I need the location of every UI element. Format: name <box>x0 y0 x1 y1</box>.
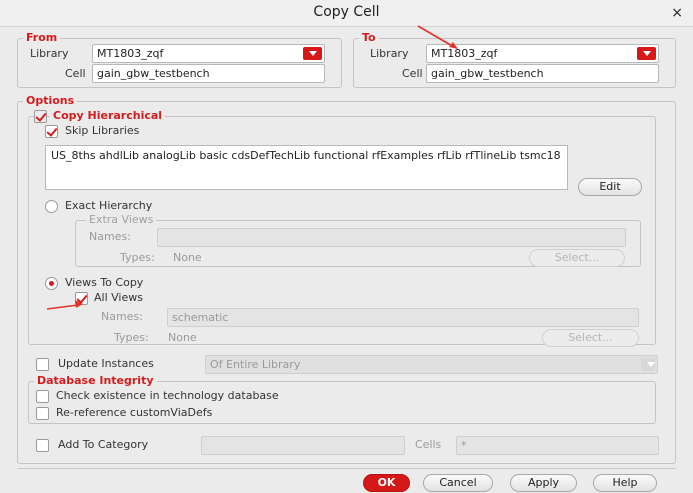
views-types-label: Types: <box>114 331 149 344</box>
cells-input[interactable]: * <box>456 436 659 455</box>
views-to-copy-radio[interactable] <box>45 277 58 290</box>
database-integrity-legend: Database Integrity <box>34 375 157 387</box>
skip-libraries-label: Skip Libraries <box>65 124 140 137</box>
to-library-value: MT1803_zqf <box>431 47 498 60</box>
apply-button[interactable]: Apply <box>510 474 577 492</box>
check-tech-db-checkbox[interactable] <box>36 390 49 403</box>
from-cell-input[interactable]: gain_gbw_testbench <box>92 64 325 83</box>
extra-types-value: None <box>173 251 202 264</box>
chevron-down-icon[interactable] <box>641 358 655 371</box>
views-select-button[interactable]: Select... <box>542 329 639 347</box>
exact-hierarchy-radio[interactable] <box>45 200 58 213</box>
from-legend: From <box>23 32 61 44</box>
extra-names-label: Names: <box>89 230 131 243</box>
from-library-label: Library <box>30 47 69 60</box>
update-scope-select[interactable]: Of Entire Library <box>205 355 658 374</box>
ok-button[interactable]: OK <box>363 474 410 492</box>
copy-hierarchical-label: Copy Hierarchical <box>50 110 166 122</box>
check-tech-db-label: Check existence in technology database <box>56 389 279 402</box>
help-button[interactable]: Help <box>593 474 657 492</box>
dialog-title: Copy Cell <box>313 4 380 20</box>
skip-libraries-textbox[interactable]: US_8ths ahdlLib analogLib basic cdsDefTe… <box>45 145 568 190</box>
extra-types-label: Types: <box>120 251 155 264</box>
chevron-down-icon[interactable] <box>303 47 322 60</box>
extra-names-input[interactable] <box>157 228 626 247</box>
category-input[interactable] <box>201 436 405 455</box>
exact-hierarchy-label: Exact Hierarchy <box>65 199 153 212</box>
from-library-select[interactable]: MT1803_zqf <box>92 44 325 63</box>
views-names-input[interactable]: schematic <box>167 308 639 327</box>
add-to-category-label: Add To Category <box>58 438 149 451</box>
to-legend: To <box>359 32 379 44</box>
update-instances-checkbox[interactable] <box>36 358 49 371</box>
views-types-value: None <box>168 331 197 344</box>
skip-libraries-checkbox[interactable] <box>45 125 58 138</box>
views-names-label: Names: <box>101 310 143 323</box>
all-views-label: All Views <box>94 291 143 304</box>
to-cell-label: Cell <box>402 67 423 80</box>
from-cell-label: Cell <box>65 67 86 80</box>
cancel-button[interactable]: Cancel <box>423 474 493 492</box>
close-icon[interactable]: × <box>671 5 683 21</box>
from-library-value: MT1803_zqf <box>97 47 164 60</box>
bottom-separator <box>18 468 676 469</box>
title-bar: Copy Cell × <box>0 0 693 27</box>
update-instances-label: Update Instances <box>58 357 154 370</box>
edit-button[interactable]: Edit <box>578 178 642 196</box>
rereference-vias-checkbox[interactable] <box>36 407 49 420</box>
to-cell-input[interactable]: gain_gbw_testbench <box>426 64 659 83</box>
options-legend: Options <box>23 95 78 107</box>
update-scope-value: Of Entire Library <box>210 358 301 371</box>
extra-views-legend: Extra Views <box>86 214 157 226</box>
cells-label: Cells <box>415 438 442 451</box>
chevron-down-icon[interactable] <box>637 47 656 60</box>
to-library-select[interactable]: MT1803_zqf <box>426 44 659 63</box>
add-to-category-checkbox[interactable] <box>36 439 49 452</box>
rereference-vias-label: Re-reference customViaDefs <box>56 406 213 419</box>
all-views-checkbox[interactable] <box>75 292 88 305</box>
extra-select-button[interactable]: Select... <box>529 249 625 267</box>
copy-hierarchical-checkbox[interactable] <box>34 110 47 123</box>
to-library-label: Library <box>370 47 409 60</box>
copy-cell-dialog: Copy Cell × From Library MT1803_zqf Cell… <box>0 0 693 493</box>
views-to-copy-label: Views To Copy <box>65 276 144 289</box>
